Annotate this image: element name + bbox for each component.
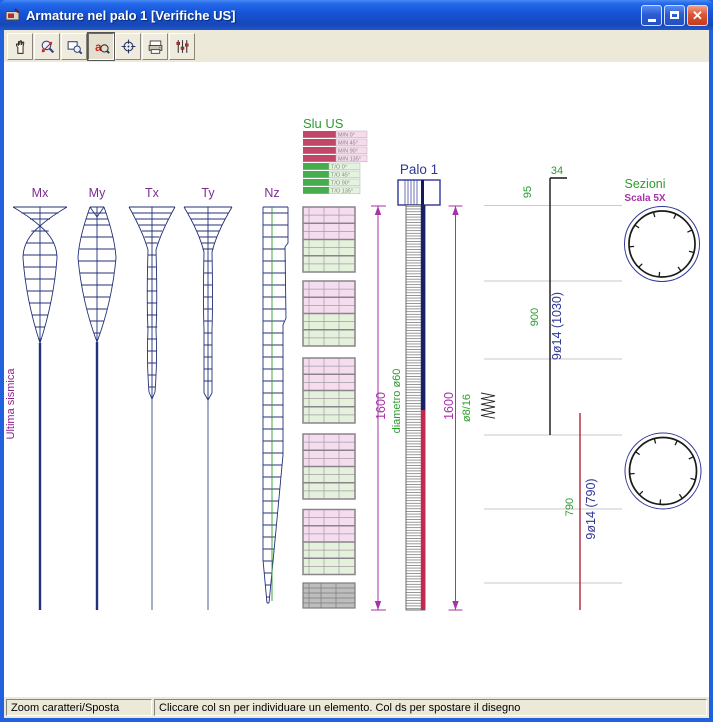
svg-text:M/N 0°: M/N 0° <box>338 133 355 139</box>
pile-bar-zone1 <box>421 205 425 410</box>
diagram-label-tx: Tx <box>145 186 160 200</box>
maximize-icon <box>670 11 679 19</box>
diagram-label-nz: Nz <box>264 186 279 200</box>
zone1-bars-label: 9ø14 (1030) <box>550 292 564 360</box>
pile-length-left: 1600 <box>374 392 388 420</box>
zoom-window-icon <box>66 38 83 55</box>
drawing-canvas[interactable]: Slu US M/N 0° M/N 45° M/N 90° M/N 135° T… <box>4 62 709 697</box>
legend-row: T/O 0° <box>303 163 360 171</box>
minimize-button[interactable] <box>641 5 662 26</box>
stirrup-label: ø8/16 <box>461 394 473 422</box>
zone2-bars-label: 9ø14 (790) <box>584 478 598 539</box>
legend-row: T/O 45° <box>303 171 360 179</box>
sections-scale: Scala 5X <box>624 193 665 204</box>
svg-text:T/O 90°: T/O 90° <box>331 181 350 187</box>
print-button[interactable] <box>142 33 168 60</box>
reference-lines <box>484 206 622 584</box>
legend-row: T/O 135° <box>303 187 360 195</box>
svg-text:M/N 135°: M/N 135° <box>338 157 361 163</box>
legend-row: M/N 90° <box>303 147 367 155</box>
dimension-right: 1600 ø8/16 <box>442 206 495 610</box>
status-mode: Zoom caratteri/Sposta <box>6 699 152 716</box>
pile-diameter-label: diametro ø60 <box>391 369 403 434</box>
sections-title: Sezioni <box>625 177 666 191</box>
dim-top-width: 34 <box>551 165 563 177</box>
section-circle-1 <box>625 207 700 282</box>
diagram-nz <box>263 207 288 603</box>
close-icon: ✕ <box>692 9 703 22</box>
dimension-left: 1600 diametro ø60 <box>371 206 403 610</box>
toolbar: a <box>4 30 709 62</box>
status-hint: Cliccare col sn per individuare un eleme… <box>154 699 707 716</box>
pile-drawing: Palo 1 <box>398 162 440 610</box>
spring-symbol <box>481 393 495 418</box>
dim-head-depth: 95 <box>522 186 534 198</box>
sliders-icon <box>174 38 191 55</box>
legend-slu-us: Slu US M/N 0° M/N 45° M/N 90° M/N 135° T… <box>303 116 367 195</box>
zoom-characters-icon: a <box>93 38 110 55</box>
diagram-label-my: My <box>89 186 106 200</box>
zoom-characters-button[interactable]: a <box>88 33 114 60</box>
center-button[interactable] <box>115 33 141 60</box>
legend-row: M/N 135° <box>303 155 367 163</box>
legend-title: Slu US <box>303 116 344 131</box>
legend-row: M/N 0° <box>303 131 367 139</box>
svg-text:T/O 0°: T/O 0° <box>331 165 347 171</box>
zoom-window-button[interactable] <box>61 33 87 60</box>
load-case-label: Ultima sismica <box>5 368 17 440</box>
app-window: Armature nel palo 1 [Verifiche US] ✕ <box>0 0 713 722</box>
pile-length-right: 1600 <box>442 392 456 420</box>
app-icon <box>5 7 21 23</box>
minimize-icon <box>648 19 656 22</box>
pile-title: Palo 1 <box>400 162 438 177</box>
legend-row: M/N 45° <box>303 139 367 147</box>
crosshair-icon <box>120 38 137 55</box>
pan-button[interactable] <box>7 33 33 60</box>
sections: Sezioni Scala 5X <box>624 177 701 509</box>
section-circle-2 <box>625 433 701 509</box>
window-title: Armature nel palo 1 [Verifiche US] <box>26 8 639 23</box>
zoom-drag-button[interactable] <box>34 33 60 60</box>
svg-text:T/O 45°: T/O 45° <box>331 173 350 179</box>
dim-zone2-length: 790 <box>564 498 576 516</box>
diagram-label-mx: Mx <box>32 186 49 200</box>
status-hint-text: Cliccare col sn per individuare un eleme… <box>159 702 520 714</box>
svg-text:M/N 45°: M/N 45° <box>338 141 358 147</box>
legend-row: T/O 90° <box>303 179 360 187</box>
options-button[interactable] <box>169 33 195 60</box>
diagram-ty <box>184 207 232 610</box>
svg-text:T/O 135°: T/O 135° <box>331 189 353 195</box>
printer-icon <box>147 38 164 55</box>
titlebar[interactable]: Armature nel palo 1 [Verifiche US] ✕ <box>0 0 713 30</box>
table-block-gray <box>303 583 355 608</box>
maximize-button[interactable] <box>664 5 685 26</box>
diagram-my <box>78 207 116 610</box>
svg-text:M/N 90°: M/N 90° <box>338 149 358 155</box>
diagram-tx <box>129 207 175 610</box>
rebar-zone2: 790 9ø14 (790) <box>564 413 598 610</box>
zoom-arrows-icon <box>39 38 56 55</box>
diagram-label-ty: Ty <box>201 186 215 200</box>
hand-icon <box>12 38 29 55</box>
statusbar: Zoom caratteri/Sposta Cliccare col sn pe… <box>4 697 709 718</box>
dim-zone1-length: 900 <box>529 308 541 326</box>
diagram-mx <box>13 207 67 610</box>
status-mode-text: Zoom caratteri/Sposta <box>11 702 119 714</box>
verification-tables <box>303 207 355 608</box>
close-button[interactable]: ✕ <box>687 5 708 26</box>
pile-bar-zone2 <box>421 410 425 610</box>
